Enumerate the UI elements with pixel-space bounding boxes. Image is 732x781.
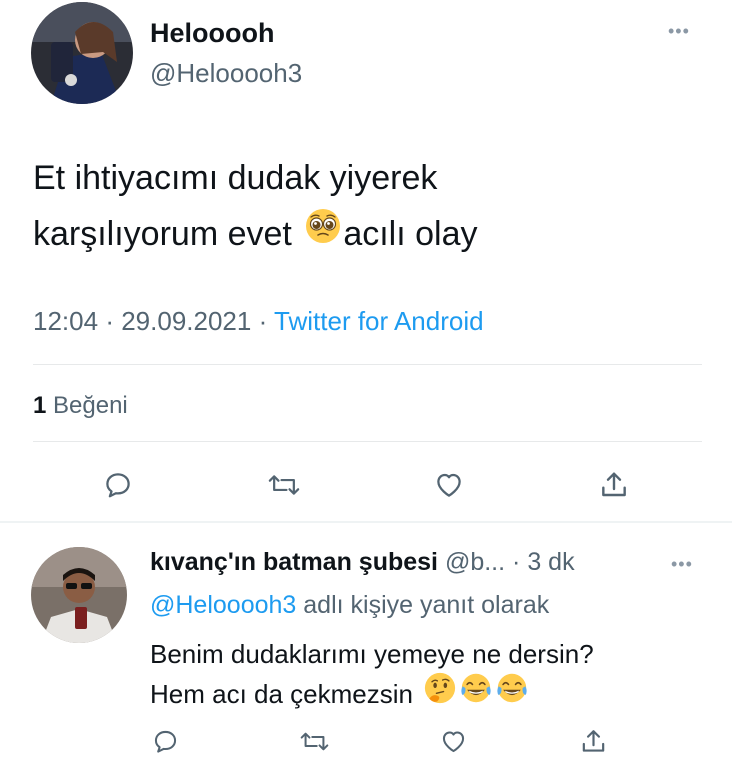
share-icon [582,729,604,752]
user-handle[interactable]: @Helooooh3 [150,58,302,89]
tweet-meta: 12:04 · 29.09.2021 · Twitter for Android [33,306,484,337]
pleading-face-icon [305,205,341,261]
retweet-icon [300,732,328,750]
display-name[interactable]: Helooooh [150,18,274,49]
like-button[interactable] [431,719,475,763]
meta-separator: · [258,306,268,336]
retweet-button[interactable] [262,463,306,507]
tweet-action-bar [0,463,732,507]
reply-more-options-icon[interactable]: ••• [671,555,693,573]
likes-count: 1 [33,392,47,419]
reply-action-bar [0,719,732,763]
likes-count-link[interactable]: 1 Beğeni [33,392,128,420]
divider [33,364,702,365]
tweet-text-line2a: karşılıyorum evet [33,215,292,253]
tweet-separator [0,521,732,523]
reply-icon [106,473,130,498]
retweet-icon [268,475,300,495]
user-avatar[interactable] [31,2,133,104]
reply-button[interactable] [143,719,187,763]
heart-icon [437,473,461,497]
thinking-face-icon [424,672,456,715]
replying-suffix: adlı kişiye yanıt olarak [303,591,550,619]
tweet-source-link[interactable]: Twitter for Android [274,306,484,336]
tweet-text: Et ihtiyacımı dudak yiyerek karşılıyorum… [33,150,693,262]
reply-header: kıvanç'ın batman şubesi @b... · 3 dk [150,548,575,577]
likes-label: Beğeni [53,392,128,419]
tweet-text-line2b: acılı olay [343,215,478,253]
share-button[interactable] [571,719,615,763]
retweet-button[interactable] [292,719,336,763]
share-icon [602,472,626,497]
reply-user-avatar[interactable] [31,547,127,643]
tweet-date: 29.09.2021 [121,306,252,336]
reply-icon [154,730,176,753]
like-button[interactable] [427,463,471,507]
divider [33,441,702,442]
tears-of-joy-icon [460,672,492,715]
reply-text-line2: Hem acı da çekmezsin [150,679,413,709]
reply-text: Benim dudaklarımı yemeye ne dersin? Hem … [150,634,710,715]
more-options-icon[interactable]: ••• [668,22,690,40]
reply-text-line1: Benim dudaklarımı yemeye ne dersin? [150,639,594,669]
reply-handle[interactable]: @b... [445,548,505,576]
reply-display-name[interactable]: kıvanç'ın batman şubesi [150,548,438,576]
reply-time[interactable]: 3 dk [527,548,574,576]
replying-to: @Helooooh3 adlı kişiye yanıt olarak [150,591,549,620]
reply-button[interactable] [96,463,140,507]
tweet-time: 12:04 [33,306,99,336]
tweet-text-line1: Et ihtiyacımı dudak yiyerek [33,159,438,197]
tears-of-joy-icon [496,672,528,715]
heart-icon [442,730,464,752]
meta-separator: · [105,306,114,336]
share-button[interactable] [592,463,636,507]
meta-separator: · [512,548,521,576]
replying-mention-link[interactable]: @Helooooh3 [150,591,296,619]
